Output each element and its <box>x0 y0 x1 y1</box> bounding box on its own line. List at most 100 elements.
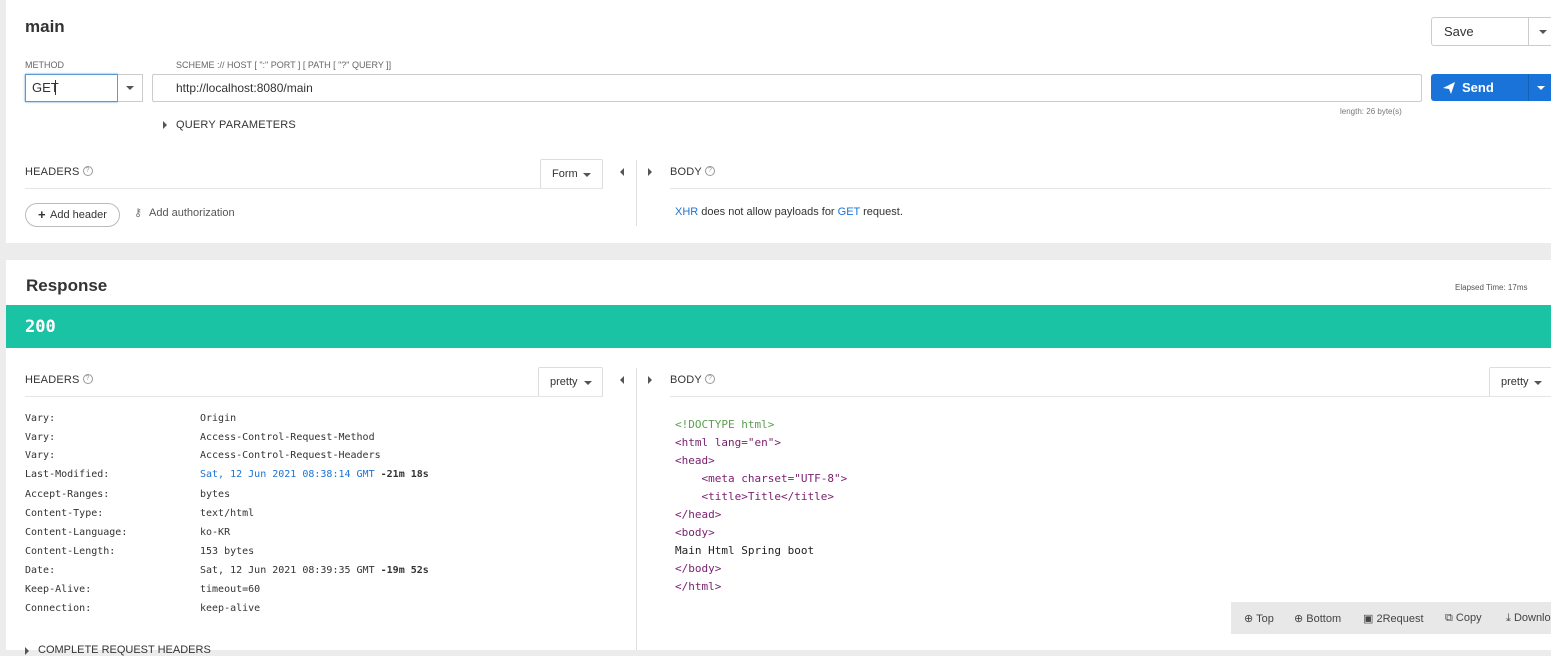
header-name: Content-Length: <box>25 546 116 557</box>
header-name: Date: <box>25 565 56 576</box>
collapse-left-icon[interactable] <box>620 376 624 384</box>
header-row: Date: Sat, 12 Jun 2021 08:39:35 GMT -19m … <box>25 565 429 584</box>
body-message-end: request. <box>860 206 903 218</box>
header-value-link[interactable]: Sat, 12 Jun 2021 08:38:14 GMT <box>200 469 375 480</box>
save-chevron-down-icon[interactable] <box>1539 30 1547 34</box>
header-row: Vary: Access-Control-Request-Method <box>25 432 375 451</box>
headers-pretty-dropdown[interactable]: pretty <box>538 367 603 397</box>
header-row: Connection: keep-alive <box>25 603 260 622</box>
to-request-button[interactable]: ▣ 2Request <box>1363 612 1424 625</box>
bottom-label: Bottom <box>1306 613 1342 625</box>
code-line: </head> <box>675 508 722 521</box>
header-value-group: Sat, 12 Jun 2021 08:39:35 GMT -19m 52s <box>200 565 429 576</box>
header-row: Keep-Alive: timeout=60 <box>25 584 260 603</box>
header-row: Content-Type: text/html <box>25 508 254 527</box>
help-icon[interactable]: ? <box>704 166 715 176</box>
top-label: Top <box>1256 613 1274 625</box>
scheme-label: SCHEME :// HOST [ ":" PORT ] [ PATH [ "?… <box>176 60 392 70</box>
request-body-message: XHR does not allow payloads for GET requ… <box>675 206 903 218</box>
header-age: -19m 52s <box>374 565 429 576</box>
download-button[interactable]: ⤓ Download <box>1506 612 1551 625</box>
header-row: Content-Length: 153 bytes <box>25 546 254 565</box>
header-name: Vary: <box>25 413 56 424</box>
header-value: keep-alive <box>200 603 261 614</box>
download-icon: ⤓ <box>1506 612 1511 624</box>
pane-divider <box>636 368 637 650</box>
request-body-title: BODY? <box>670 166 715 178</box>
request-body-label: BODY <box>670 166 702 178</box>
request-headers-title: HEADERS? <box>25 166 93 178</box>
complete-request-headers-label: COMPLETE REQUEST HEADERS <box>38 644 211 656</box>
paper-plane-icon <box>1443 82 1455 94</box>
chevron-down-icon <box>126 86 134 90</box>
save-button-group[interactable]: Save <box>1431 17 1551 46</box>
header-row: Last-Modified: Sat, 12 Jun 2021 08:38:14 … <box>25 469 429 488</box>
request-title: main <box>25 17 65 36</box>
chevron-down-icon <box>583 173 591 177</box>
plus-icon: + <box>38 207 46 222</box>
send-chevron-down-icon[interactable] <box>1537 86 1545 90</box>
chevron-down-icon <box>584 381 592 385</box>
form-label: Form <box>552 168 578 180</box>
divider <box>25 396 603 397</box>
header-value: Access-Control-Request-Headers <box>200 450 381 461</box>
save-button[interactable]: Save <box>1444 24 1474 39</box>
status-code: 200 <box>25 317 56 337</box>
header-name: Vary: <box>25 432 56 443</box>
collapse-right-icon[interactable] <box>648 376 652 384</box>
method-dropdown-button[interactable] <box>118 74 143 102</box>
header-name: Connection: <box>25 603 92 614</box>
copy-icon: ⧉ <box>1445 612 1453 624</box>
header-value: ko-KR <box>200 527 231 538</box>
caret-right-icon <box>163 121 167 129</box>
pretty-label: pretty <box>1501 376 1529 388</box>
text-cursor <box>55 80 56 95</box>
header-age: -21m 18s <box>374 469 429 480</box>
pretty-label: pretty <box>550 376 578 388</box>
add-authorization-label: Add authorization <box>149 207 235 219</box>
header-value: timeout=60 <box>200 584 261 595</box>
add-header-button[interactable]: + Add header <box>25 203 120 227</box>
header-value: bytes <box>200 489 231 500</box>
help-icon[interactable]: ? <box>82 166 93 176</box>
copy-label: Copy <box>1455 612 1482 624</box>
body-pretty-dropdown[interactable]: pretty <box>1489 367 1551 397</box>
code-line: <title>Title</title> <box>675 490 834 503</box>
code-line: <head> <box>675 454 715 467</box>
collapse-right-icon[interactable] <box>648 168 652 176</box>
header-name: Vary: <box>25 450 56 461</box>
header-row: Vary: Access-Control-Request-Headers <box>25 450 381 469</box>
request-headers-label: HEADERS <box>25 166 80 178</box>
code-line: <body> <box>675 526 715 539</box>
code-line: <!DOCTYPE html> <box>675 418 775 431</box>
header-value: Access-Control-Request-Method <box>200 432 375 443</box>
code-line: <html lang="en"> <box>675 436 781 449</box>
header-name: Content-Language: <box>25 527 128 538</box>
pane-divider <box>636 160 637 226</box>
get-link[interactable]: GET <box>838 206 860 218</box>
clipboard-icon: ▣ <box>1363 613 1374 625</box>
send-button[interactable]: Send <box>1462 80 1494 95</box>
top-button[interactable]: ⊕ Top <box>1244 612 1274 625</box>
url-input[interactable]: http://localhost:8080/main <box>152 74 1422 102</box>
response-body-title: BODY? <box>670 374 715 386</box>
header-row: Accept-Ranges: bytes <box>25 489 230 508</box>
divider <box>25 188 603 189</box>
method-input[interactable]: GET <box>25 74 118 102</box>
elapsed-time: Elapsed Time: 17ms <box>1455 283 1528 292</box>
xhr-link[interactable]: XHR <box>675 206 698 218</box>
help-icon[interactable]: ? <box>704 374 715 384</box>
headers-form-dropdown[interactable]: Form <box>540 159 603 189</box>
header-value: 153 bytes <box>200 546 255 557</box>
bottom-button[interactable]: ⊕ Bottom <box>1294 612 1341 625</box>
url-value: http://localhost:8080/main <box>176 81 313 95</box>
collapse-left-icon[interactable] <box>620 168 624 176</box>
download-label: Download <box>1513 612 1551 624</box>
code-line: <meta charset="UTF-8"> <box>675 472 848 485</box>
code-line: </html> <box>675 580 722 593</box>
send-button-group[interactable]: Send <box>1431 74 1551 101</box>
help-icon[interactable]: ? <box>82 374 93 384</box>
copy-button[interactable]: ⧉ Copy <box>1445 612 1482 625</box>
header-name: Content-Type: <box>25 508 104 519</box>
to-request-label: 2Request <box>1376 613 1424 625</box>
